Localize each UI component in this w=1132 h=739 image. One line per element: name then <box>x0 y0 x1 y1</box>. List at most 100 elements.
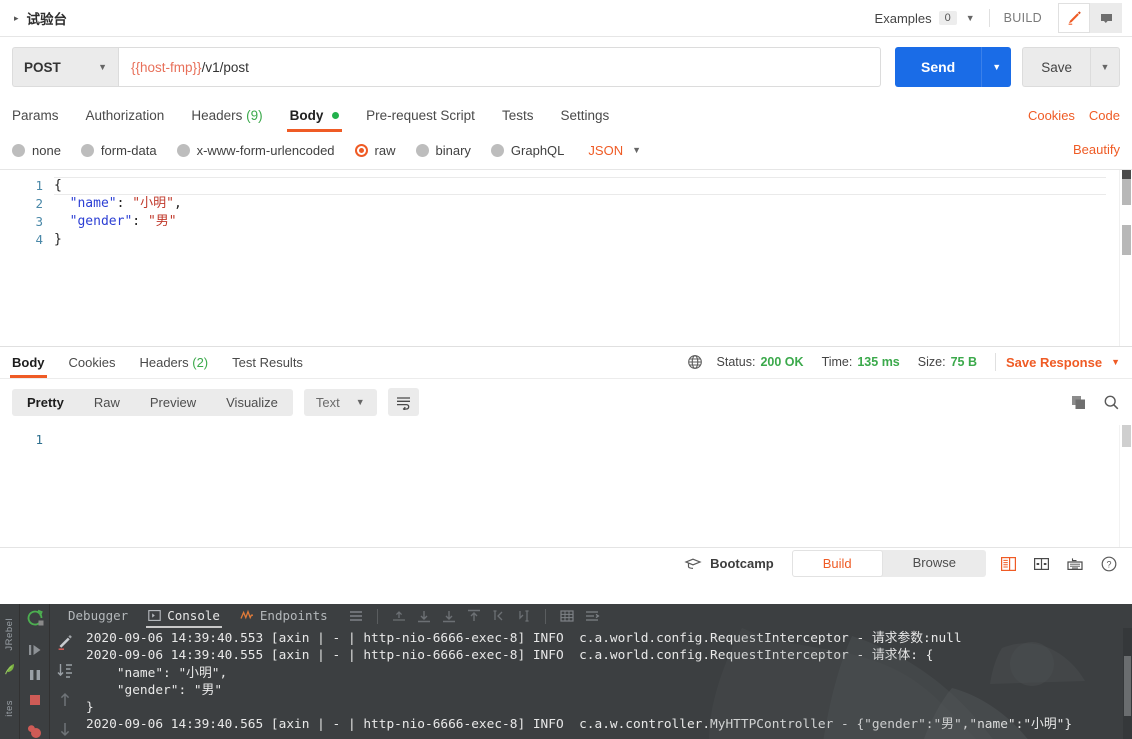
search-icon[interactable] <box>1103 394 1120 411</box>
response-vertical-scrollbar[interactable] <box>1119 425 1132 547</box>
body-format-select[interactable]: JSON ▼ <box>588 143 641 158</box>
ide-tab-debugger[interactable]: Debugger <box>58 605 138 628</box>
help-circle-icon[interactable]: ? <box>1100 555 1118 573</box>
step-into-icon[interactable] <box>441 609 457 623</box>
response-format-select[interactable]: Text ▼ <box>304 389 377 416</box>
build-tab-button[interactable]: Build <box>792 550 883 577</box>
editor-vertical-scrollbar[interactable] <box>1119 170 1132 346</box>
globe-icon[interactable] <box>687 354 703 370</box>
radio-icon <box>416 144 429 157</box>
save-response-button[interactable]: Save Response <box>1006 355 1102 370</box>
run-to-cursor-icon[interactable] <box>491 609 507 623</box>
radio-label: raw <box>375 143 396 158</box>
up-arrow-icon[interactable] <box>55 690 75 710</box>
log-line: 2020-09-06 14:39:40.555 [axin | - | http… <box>86 647 1132 664</box>
evaluate-expression-icon[interactable] <box>516 609 532 623</box>
triangle-right-icon[interactable]: ▸ <box>14 14 19 23</box>
response-view-toolbar: Pretty Raw Preview Visualize Text ▼ <box>0 378 1132 425</box>
ide-vertical-label-favorites[interactable]: ites <box>4 700 15 717</box>
ide-console-log[interactable]: 2020-09-06 14:39:40.553 [axin | - | http… <box>80 628 1132 739</box>
body-type-x-www-form-urlencoded[interactable]: x-www-form-urlencoded <box>177 143 335 158</box>
send-options-chevron-down-icon[interactable]: ▼ <box>981 47 1011 87</box>
scrollbar-thumb-secondary[interactable] <box>1122 225 1131 255</box>
view-visualize-button[interactable]: Visualize <box>211 389 293 416</box>
code-token-key: "name" <box>70 196 117 211</box>
step-out-icon[interactable] <box>391 609 407 623</box>
step-over-icon[interactable] <box>416 609 432 623</box>
log-line: "name": "小明", <box>86 665 1132 682</box>
console-icon <box>148 609 161 622</box>
split-pane-icon[interactable] <box>1033 556 1050 572</box>
tab-label: Settings <box>560 108 609 123</box>
time-value: 135 ms <box>857 355 899 369</box>
tab-body[interactable]: Body <box>290 108 340 132</box>
body-type-binary[interactable]: binary <box>416 143 471 158</box>
tab-params[interactable]: Params <box>12 108 59 132</box>
grid-view-icon[interactable] <box>559 609 575 623</box>
cookies-link[interactable]: Cookies <box>1028 108 1075 123</box>
browse-tab-button[interactable]: Browse <box>883 550 986 577</box>
body-type-graphql[interactable]: GraphQL <box>491 143 564 158</box>
soft-wrap-toggle-icon[interactable] <box>55 632 75 652</box>
soft-wrap-icon[interactable] <box>584 609 600 623</box>
tab-authorization[interactable]: Authorization <box>86 108 165 132</box>
code-token-value: "男" <box>148 214 177 229</box>
comment-icon[interactable] <box>1090 3 1122 33</box>
rerun-icon[interactable] <box>25 608 45 628</box>
save-button[interactable]: Save <box>1022 47 1090 87</box>
response-tab-cookies[interactable]: Cookies <box>69 355 116 378</box>
stop-program-icon[interactable] <box>25 690 45 710</box>
bootcamp-button[interactable]: Bootcamp <box>684 556 774 571</box>
http-method-select[interactable]: POST ▼ <box>12 47 118 87</box>
ide-console-scrollbar[interactable] <box>1123 628 1132 739</box>
graduation-cap-icon <box>684 557 702 571</box>
copy-icon[interactable] <box>1070 394 1087 411</box>
body-type-raw[interactable]: raw <box>355 143 396 158</box>
keyboard-icon[interactable] <box>1066 556 1084 572</box>
down-arrow-icon[interactable] <box>55 719 75 739</box>
resume-program-icon[interactable] <box>25 640 45 660</box>
tab-tests[interactable]: Tests <box>502 108 534 132</box>
scrollbar-thumb[interactable] <box>1122 425 1131 447</box>
pen-icon[interactable] <box>1058 3 1090 33</box>
tab-settings[interactable]: Settings <box>560 108 609 132</box>
response-tab-body[interactable]: Body <box>12 355 45 378</box>
body-type-none[interactable]: none <box>12 143 61 158</box>
wrap-lines-icon[interactable] <box>388 388 419 416</box>
menu-icon[interactable] <box>348 609 364 623</box>
ide-tab-endpoints[interactable]: Endpoints <box>230 605 338 628</box>
response-line-numbers: 1 <box>0 425 54 547</box>
scrollbar-thumb[interactable] <box>1124 656 1131 716</box>
send-button[interactable]: Send <box>895 47 981 87</box>
tab-headers[interactable]: Headers (9) <box>191 108 262 132</box>
tab-count: (9) <box>246 108 263 123</box>
response-tab-headers[interactable]: Headers (2) <box>139 355 208 378</box>
scrollbar-thumb[interactable] <box>1122 179 1131 205</box>
tab-label: Headers <box>139 355 188 370</box>
chevron-down-icon[interactable]: ▼ <box>966 13 975 23</box>
force-step-icon[interactable] <box>466 609 482 623</box>
footer-icon-group: ? <box>1000 555 1122 573</box>
size-value: 75 B <box>951 355 977 369</box>
scroll-to-end-icon[interactable] <box>55 661 75 681</box>
request-body-editor[interactable]: 1 2 3 4 { "name": "小明", "gender": "男" } <box>0 170 1132 347</box>
pause-program-icon[interactable] <box>25 665 45 685</box>
url-input[interactable]: {{host-fmp}}/v1/post <box>118 47 881 87</box>
view-pretty-button[interactable]: Pretty <box>12 389 79 416</box>
view-preview-button[interactable]: Preview <box>135 389 211 416</box>
ide-tab-console[interactable]: Console <box>138 605 230 628</box>
body-type-form-data[interactable]: form-data <box>81 143 157 158</box>
two-pane-icon[interactable] <box>1000 556 1017 572</box>
view-breakpoints-icon[interactable] <box>25 722 45 739</box>
view-raw-button[interactable]: Raw <box>79 389 135 416</box>
save-options-chevron-down-icon[interactable]: ▼ <box>1090 47 1120 87</box>
code-link[interactable]: Code <box>1089 108 1120 123</box>
ide-vertical-label-jrebel[interactable]: JRebel <box>4 618 15 651</box>
beautify-button[interactable]: Beautify <box>1073 142 1120 157</box>
save-response-chevron-down-icon[interactable]: ▼ <box>1111 357 1120 367</box>
editor-code-area[interactable]: { "name": "小明", "gender": "男" } <box>54 170 1119 346</box>
response-body-viewer[interactable]: 1 <box>0 425 1132 547</box>
tab-pre-request-script[interactable]: Pre-request Script <box>366 108 475 132</box>
radio-label: none <box>32 143 61 158</box>
response-tab-test-results[interactable]: Test Results <box>232 355 303 378</box>
